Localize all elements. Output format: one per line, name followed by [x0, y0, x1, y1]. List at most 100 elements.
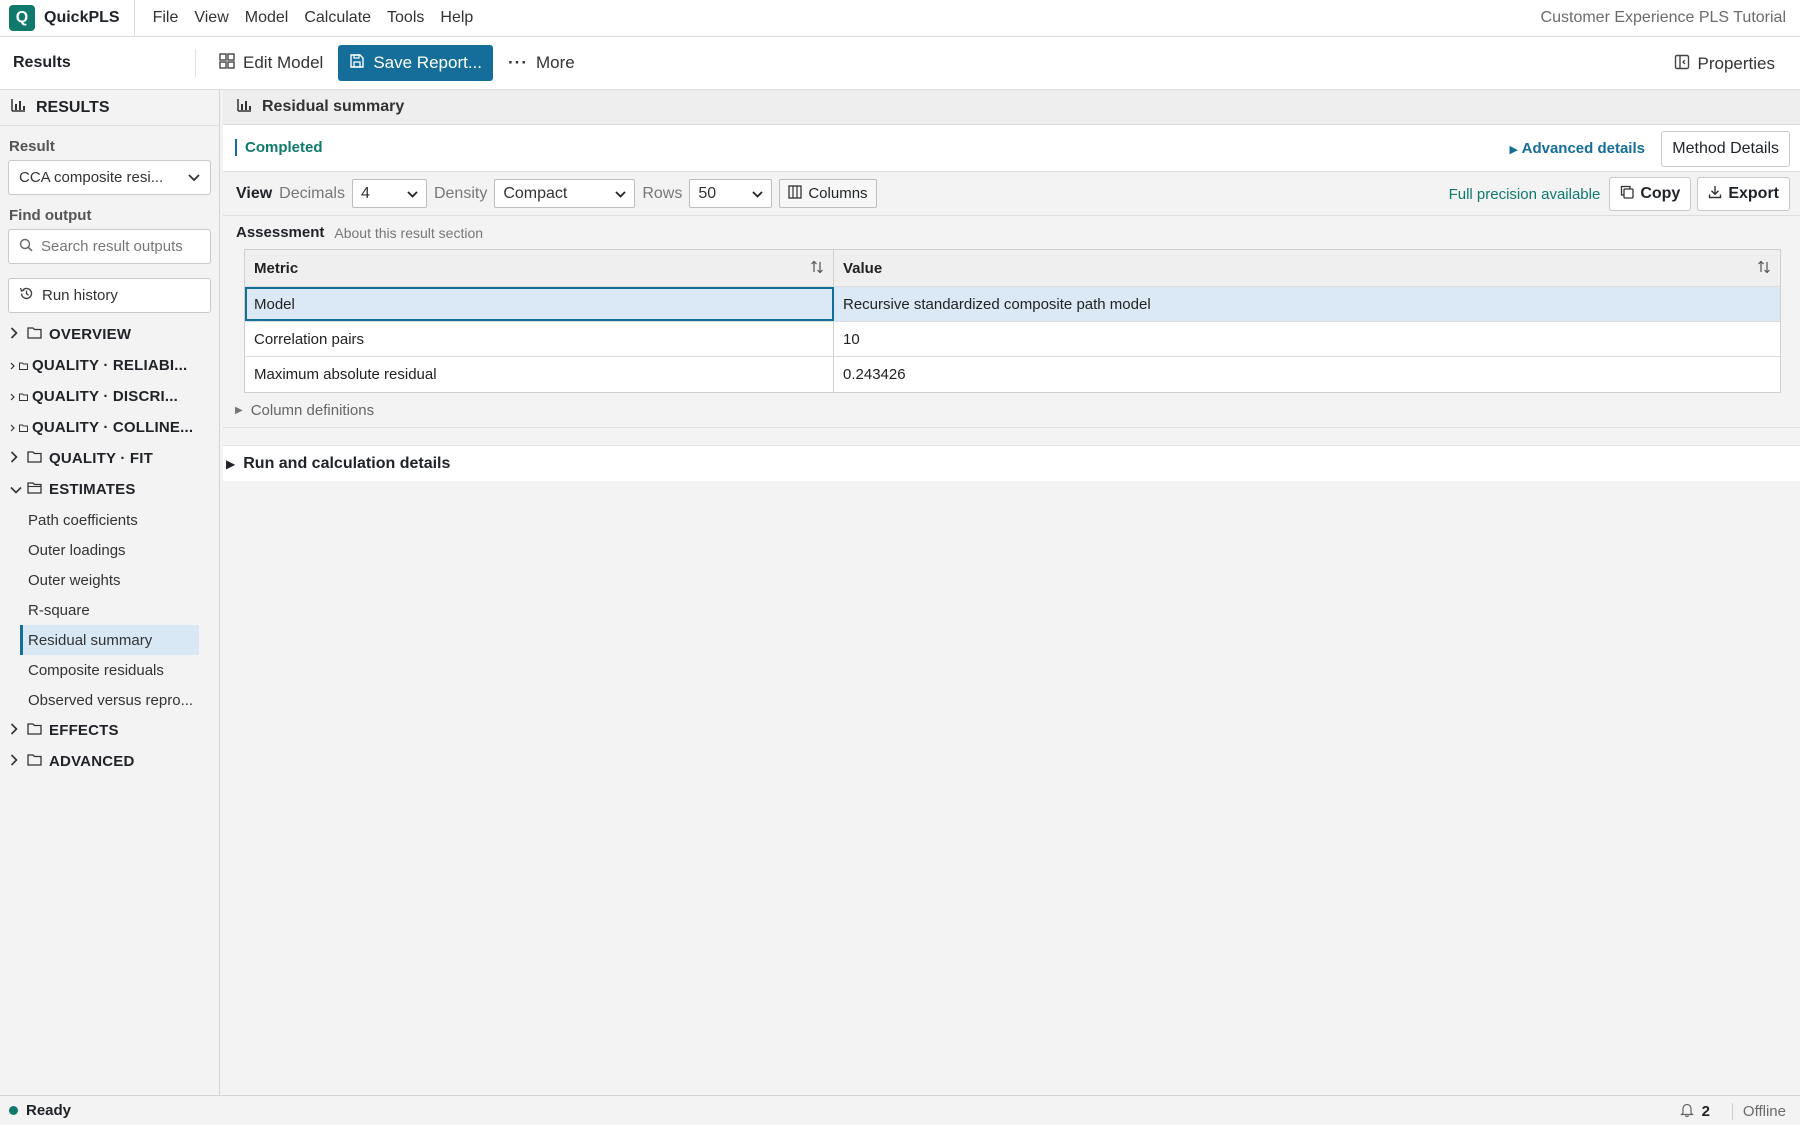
menu-file[interactable]: File: [147, 9, 185, 27]
column-header-value[interactable]: Value: [834, 250, 1780, 286]
tree-group-quality-reliability[interactable]: QUALITY · RELIABI...: [0, 350, 219, 381]
tree-group-label: EFFECTS: [49, 722, 119, 739]
tree-item-path-coefficients[interactable]: Path coefficients: [0, 505, 199, 535]
panel-title: Residual summary: [262, 98, 405, 115]
window-title: Customer Experience PLS Tutorial: [1540, 9, 1786, 26]
search-icon: [19, 238, 33, 256]
menu-tools[interactable]: Tools: [381, 9, 430, 27]
table-cell[interactable]: Model: [245, 287, 834, 321]
folder-icon: [19, 419, 28, 436]
main-panel: Residual summary Completed ▶ Advanced de…: [223, 90, 1800, 1095]
tree-group-quality-fit[interactable]: QUALITY · FIT: [0, 443, 219, 474]
chevron-right-icon: [10, 419, 15, 436]
folder-open-icon: [27, 481, 42, 498]
copy-button[interactable]: Copy: [1609, 177, 1692, 211]
export-button[interactable]: Export: [1697, 177, 1790, 211]
bar-chart-icon: [237, 98, 252, 117]
tree-group-label: QUALITY · FIT: [49, 450, 153, 467]
table-row[interactable]: Maximum absolute residual 0.243426: [245, 357, 1780, 392]
advanced-details-toggle[interactable]: ▶ Advanced details: [1510, 140, 1645, 157]
menu-calculate[interactable]: Calculate: [298, 9, 377, 27]
tree-item-composite-residuals[interactable]: Composite residuals: [0, 655, 199, 685]
save-report-button[interactable]: Save Report...: [338, 45, 493, 81]
table-row[interactable]: Correlation pairs 10: [245, 322, 1780, 357]
density-select[interactable]: Compact: [494, 179, 636, 208]
tree-group-quality-discriminant[interactable]: QUALITY · DISCRI...: [0, 381, 219, 412]
column-definitions-toggle[interactable]: ▶ Column definitions: [223, 393, 1800, 428]
rows-label: Rows: [642, 184, 683, 202]
menu-help[interactable]: Help: [434, 9, 479, 27]
column-header-label: Metric: [254, 259, 299, 277]
tree-item-observed-vs-reproduced[interactable]: Observed versus repro...: [0, 685, 199, 715]
tree-group-advanced[interactable]: ADVANCED: [0, 746, 219, 777]
columns-icon: [788, 184, 802, 203]
table-header-row: Metric Value: [245, 250, 1780, 287]
rows-value: 50: [698, 184, 717, 202]
tree-group-effects[interactable]: EFFECTS: [0, 715, 219, 746]
rows-select[interactable]: 50: [689, 179, 773, 208]
folder-icon: [19, 357, 28, 374]
tree-group-overview[interactable]: OVERVIEW: [0, 319, 219, 350]
status-row: Completed ▶ Advanced details Method Deta…: [223, 125, 1800, 172]
connection-status: Offline: [1731, 1103, 1786, 1120]
tree-item-r-square[interactable]: R-square: [0, 595, 199, 625]
panel-icon: [1674, 54, 1690, 75]
table-cell[interactable]: Correlation pairs: [245, 322, 834, 356]
more-button[interactable]: ··· More: [497, 45, 586, 81]
chevron-down-icon: [615, 185, 626, 203]
save-report-label: Save Report...: [373, 53, 482, 72]
sort-icon[interactable]: [1757, 260, 1771, 278]
table-row[interactable]: Model Recursive standardized composite p…: [245, 287, 1780, 322]
table-cell[interactable]: 10: [834, 322, 1780, 356]
column-header-metric[interactable]: Metric: [245, 250, 834, 286]
status-badge: Completed: [235, 139, 323, 156]
search-placeholder: Search result outputs: [41, 238, 183, 255]
search-input[interactable]: Search result outputs: [8, 229, 211, 264]
chevron-right-icon: [10, 754, 20, 769]
status-bar-right: 2 Offline: [1679, 1102, 1786, 1121]
decimals-select[interactable]: 4: [351, 179, 427, 208]
menu-model[interactable]: Model: [239, 9, 295, 27]
run-history-button[interactable]: Run history: [8, 278, 211, 313]
properties-button[interactable]: Properties: [1663, 46, 1786, 82]
save-icon: [349, 53, 365, 74]
columns-button[interactable]: Columns: [779, 179, 877, 208]
bell-icon[interactable]: [1679, 1102, 1694, 1121]
sidebar-header: RESULTS: [0, 90, 219, 126]
app-logo: Q: [9, 5, 35, 31]
tree-group-estimates[interactable]: ESTIMATES: [0, 474, 219, 505]
section-note[interactable]: About this result section: [334, 225, 483, 241]
run-details-label: Run and calculation details: [243, 454, 451, 472]
notification-count[interactable]: 2: [1702, 1103, 1710, 1120]
section-title: Assessment: [236, 224, 325, 241]
result-select[interactable]: CCA composite resi...: [8, 160, 211, 195]
tree-item-residual-summary[interactable]: Residual summary: [20, 625, 199, 655]
toolbar: Results Edit Model Save Report... ··· Mo…: [0, 37, 1800, 90]
run-details-toggle[interactable]: ▶ Run and calculation details: [223, 445, 1800, 481]
edit-model-label: Edit Model: [243, 53, 324, 72]
result-label: Result: [9, 138, 55, 155]
table-cell[interactable]: Maximum absolute residual: [245, 357, 834, 392]
view-controls: View Decimals 4 Density Compact Rows 50 …: [223, 172, 1800, 216]
results-tree: OVERVIEW QUALITY · RELIABI... QUALITY · …: [0, 319, 219, 777]
method-details-button[interactable]: Method Details: [1661, 131, 1790, 167]
edit-model-button[interactable]: Edit Model: [208, 45, 334, 81]
tree-item-outer-weights[interactable]: Outer weights: [0, 565, 199, 595]
menu-view[interactable]: View: [188, 9, 234, 27]
panel-header: Residual summary: [223, 90, 1800, 125]
app-name: QuickPLS: [44, 0, 135, 37]
tree-item-outer-loadings[interactable]: Outer loadings: [0, 535, 199, 565]
table-cell[interactable]: 0.243426: [834, 357, 1780, 392]
status-dot: [9, 1106, 18, 1115]
tree-group-quality-collinearity[interactable]: QUALITY · COLLINE...: [0, 412, 219, 443]
full-precision-note: Full precision available: [1448, 185, 1601, 203]
tree-group-label: ADVANCED: [49, 753, 135, 770]
folder-icon: [27, 326, 42, 343]
folder-icon: [19, 388, 28, 405]
copy-label: Copy: [1640, 185, 1681, 202]
sort-icon[interactable]: [810, 260, 824, 278]
column-header-label: Value: [843, 259, 883, 277]
chevron-right-icon: [10, 451, 20, 466]
table-cell[interactable]: Recursive standardized composite path mo…: [834, 287, 1780, 321]
results-sidebar: RESULTS Result CCA composite resi... Fin…: [0, 90, 220, 1095]
